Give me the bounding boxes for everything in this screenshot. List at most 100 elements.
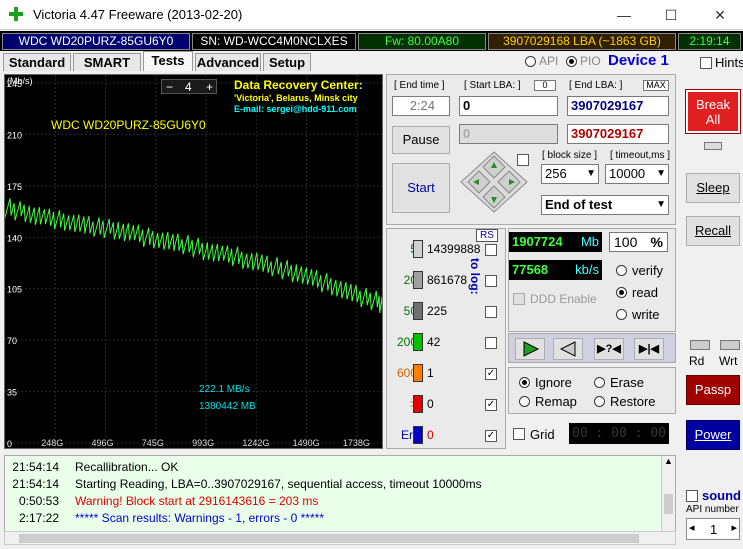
- spinner-up-icon[interactable]: ▸: [731, 521, 737, 534]
- y-tick-label: 0: [7, 439, 12, 448]
- scroll-thumb[interactable]: [664, 494, 673, 514]
- end-lba-max-button[interactable]: MAX: [643, 80, 669, 91]
- erase-radio[interactable]: [594, 377, 605, 388]
- chart-unit-label: (Mb/s): [7, 76, 33, 86]
- random-seek-button[interactable]: ▶?◀: [594, 338, 624, 360]
- tab-tests[interactable]: Tests: [143, 51, 193, 71]
- stepper-plus[interactable]: +: [206, 80, 213, 94]
- hscroll-thumb[interactable]: [19, 534, 639, 543]
- scroll-up-icon[interactable]: ▲: [664, 456, 673, 466]
- api-label: API: [539, 54, 559, 68]
- play-button[interactable]: [515, 338, 545, 360]
- minimize-button[interactable]: —: [601, 0, 647, 30]
- timeout-label: [ timeout,ms ]: [610, 150, 671, 161]
- tab-smart[interactable]: SMART: [73, 53, 141, 71]
- maximize-button[interactable]: ☐: [648, 0, 694, 30]
- histogram-row: 600 1 ✓: [387, 364, 505, 384]
- histogram-count: 225: [427, 304, 448, 318]
- end-lba-field[interactable]: 3907029167: [567, 96, 669, 116]
- histogram-row: Err 0 ✓: [387, 426, 505, 446]
- grid-checkbox[interactable]: [513, 428, 525, 440]
- mb-unit: Mb: [580, 234, 599, 249]
- end-action-select[interactable]: End of test ▼: [541, 195, 669, 215]
- butterfly-button[interactable]: ▶|◀: [634, 338, 664, 360]
- chart-scale-stepper[interactable]: − 4 +: [161, 79, 217, 94]
- app-cross-icon: [9, 7, 23, 21]
- histogram-swatch: [413, 333, 423, 351]
- end-time-field[interactable]: 2:24: [392, 96, 450, 116]
- mb-readout: 1907724 Mb: [509, 232, 602, 252]
- histogram-swatch: [413, 302, 423, 320]
- power-button[interactable]: Power: [686, 420, 740, 450]
- write-radio[interactable]: [616, 309, 627, 320]
- device-label[interactable]: Device 1: [608, 52, 669, 69]
- histogram-swatch: [413, 364, 423, 382]
- tab-standard[interactable]: Standard: [3, 53, 71, 71]
- tab-setup[interactable]: Setup: [263, 53, 311, 71]
- histogram-log-checkbox[interactable]: [485, 337, 497, 349]
- verify-radio[interactable]: [616, 265, 627, 276]
- mb-value: 1907724: [512, 234, 563, 249]
- histogram-log-checkbox[interactable]: ✓: [485, 399, 497, 411]
- histogram-log-checkbox[interactable]: [485, 306, 497, 318]
- speed-kbs-readout: 77568 kb/s: [509, 260, 602, 280]
- hints-checkbox[interactable]: [700, 57, 712, 69]
- api-radio[interactable]: [525, 56, 536, 67]
- restore-radio[interactable]: [594, 396, 605, 407]
- sleep-button[interactable]: Sleep: [686, 173, 740, 203]
- ignore-radio[interactable]: [519, 377, 530, 388]
- rewind-button[interactable]: [553, 338, 583, 360]
- remap-radio[interactable]: [519, 396, 530, 407]
- passp-button[interactable]: Passp: [686, 375, 740, 405]
- x-tick-label: 496G: [92, 438, 114, 448]
- recovery-title: Data Recovery Center:: [234, 78, 363, 92]
- histogram-log-checkbox[interactable]: ✓: [485, 368, 497, 380]
- write-label: write: [632, 307, 660, 322]
- histogram-log-checkbox[interactable]: [485, 244, 497, 256]
- rd-label: Rd: [689, 354, 705, 368]
- erase-label: Erase: [610, 375, 644, 390]
- block-size-select[interactable]: 256 ▼: [541, 164, 599, 184]
- api-number-value: 1: [710, 522, 718, 537]
- histogram-count: 14399888: [427, 242, 481, 256]
- speed-series-line: [5, 198, 382, 315]
- percent-unit: %: [650, 234, 663, 250]
- histogram-count: 1: [427, 366, 434, 380]
- x-tick-label: 745G: [142, 438, 164, 448]
- spinner-down-icon[interactable]: ◂: [689, 521, 695, 534]
- recall-button[interactable]: Recall: [686, 216, 740, 246]
- histogram-swatch: [413, 426, 423, 444]
- log-scrollbar[interactable]: ▲ ▼: [661, 456, 675, 542]
- read-label: read: [632, 285, 659, 300]
- pio-radio[interactable]: [566, 56, 577, 67]
- start-button[interactable]: Start: [392, 163, 450, 213]
- lock-checkbox[interactable]: [517, 154, 529, 166]
- chart-title: WDC WD20PURZ-85GU6Y0: [51, 118, 206, 132]
- title-bar: Victoria 4.47 Freeware (2013-02-20) — ☐ …: [0, 0, 743, 30]
- timeout-select[interactable]: 10000 ▼: [605, 164, 669, 184]
- api-number-spinner[interactable]: ◂ 1 ▸: [686, 518, 740, 540]
- pause-button[interactable]: Pause: [392, 126, 450, 154]
- stepper-minus[interactable]: −: [166, 80, 173, 94]
- y-tick-label: 70: [7, 336, 17, 346]
- start-lba-field[interactable]: 0: [459, 96, 558, 116]
- start-lba-zero-button[interactable]: 0: [534, 80, 556, 91]
- sound-checkbox[interactable]: [686, 490, 698, 502]
- tab-advanced[interactable]: Advanced: [195, 53, 261, 71]
- chevron-down-icon: ▼: [586, 168, 596, 179]
- wrt-label: Wrt: [719, 354, 738, 368]
- log-time: 21:54:14: [12, 460, 59, 474]
- read-radio[interactable]: [616, 287, 627, 298]
- histogram-log-checkbox[interactable]: [485, 275, 497, 287]
- histogram-swatch: [413, 395, 423, 413]
- log-message: Warning! Block start at 2916143616 = 203…: [75, 494, 319, 508]
- ddd-checkbox[interactable]: [513, 293, 525, 305]
- log-line: 0:50:53 Warning! Block start at 291614361…: [5, 494, 665, 511]
- speed-kbs-value: 77568: [512, 262, 549, 277]
- close-button[interactable]: ✕: [697, 0, 743, 30]
- break-all-button[interactable]: Break All: [685, 89, 741, 134]
- histogram-row: >0✓: [387, 395, 505, 415]
- log-hscrollbar[interactable]: [4, 531, 676, 545]
- histogram-log-checkbox[interactable]: ✓: [485, 430, 497, 442]
- break-indicator: [704, 142, 722, 150]
